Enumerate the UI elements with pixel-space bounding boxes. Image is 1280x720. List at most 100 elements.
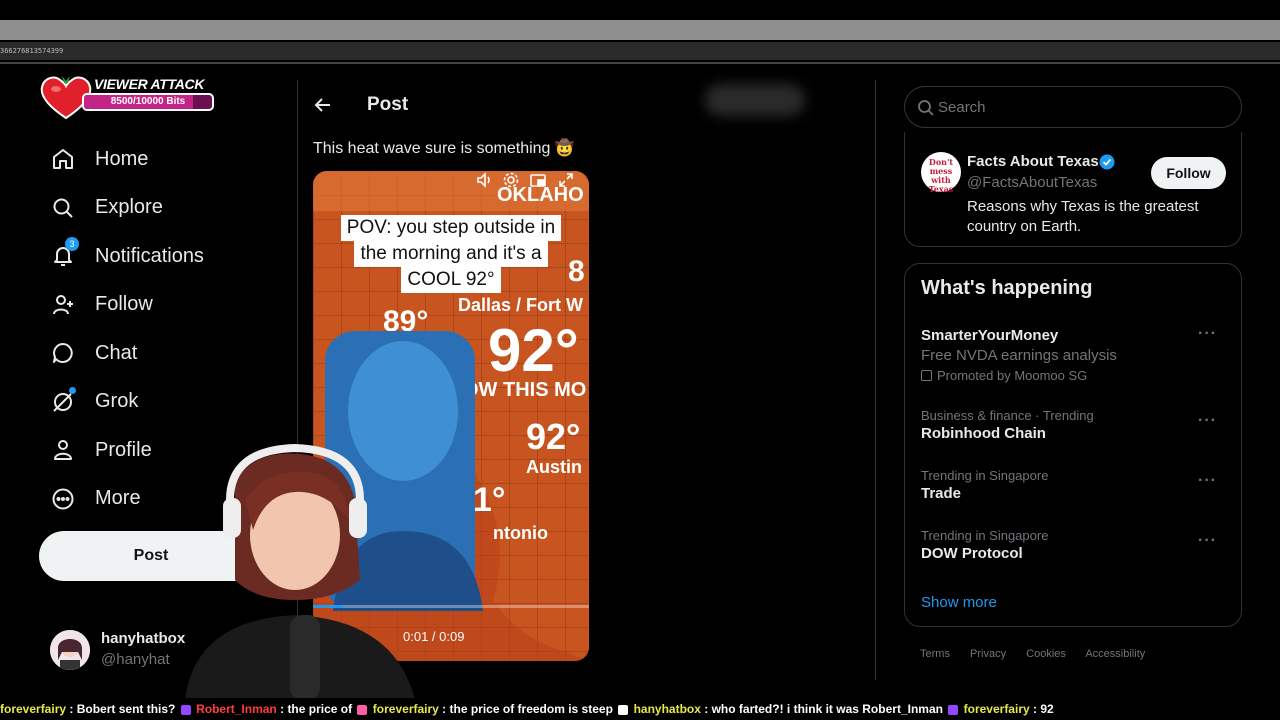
notification-badge: 3: [65, 237, 79, 252]
column-divider-right: [875, 80, 876, 680]
sidebar-item-label: Chat: [95, 341, 138, 364]
map-temp-label: 92°: [526, 416, 580, 457]
footer-links: Terms Privacy Cookies Accessibility: [920, 648, 1162, 660]
more-options-icon[interactable]: ···: [1198, 412, 1217, 430]
map-temp-label: 1°: [473, 481, 506, 519]
fullscreen-icon[interactable]: [557, 171, 575, 189]
chat-message: who farted?! i think it was Robert_Inman: [711, 702, 947, 716]
sidebar-item-follow[interactable]: Follow: [40, 281, 290, 330]
grok-icon: [50, 386, 76, 415]
chat-separator: :: [438, 702, 450, 716]
account-logo: Don't mess with Texas: [921, 152, 961, 194]
chat-message: the price of freedom is steep: [449, 702, 617, 716]
sidebar-item-label: Home: [95, 147, 149, 170]
chat-separator: :: [66, 702, 77, 716]
search-box[interactable]: Search: [904, 86, 1242, 128]
browser-tabstrip: [0, 20, 1280, 40]
trend-context: Business & finance · Trending: [921, 408, 1094, 423]
person-icon: [50, 437, 76, 463]
promoted-label: Promoted by Moomoo SG: [921, 368, 1227, 383]
sidebar-item-chat[interactable]: Chat: [40, 329, 290, 378]
chat-message: 92: [1040, 702, 1054, 716]
trend-name: DOW Protocol: [921, 545, 1023, 562]
trend-item[interactable]: Trending in Singapore Trade ···: [921, 468, 1227, 502]
more-options-icon[interactable]: ···: [1198, 325, 1217, 343]
account-name[interactable]: Facts About Texas: [967, 153, 1099, 170]
map-temp-label: 92°: [488, 317, 579, 384]
map-city-label: Austin: [526, 457, 582, 477]
browser-address-bar[interactable]: 366276813574399: [0, 42, 1280, 60]
blurred-region: [705, 84, 805, 116]
sidebar-item-label: Grok: [95, 390, 139, 413]
chat-message: Bobert sent this?: [76, 702, 179, 716]
settings-icon[interactable]: [502, 171, 520, 189]
trend-name: Trade: [921, 485, 962, 502]
chat-username: foreverfairy: [963, 702, 1030, 716]
more-options-icon[interactable]: ···: [1198, 532, 1217, 550]
trend-item[interactable]: Business & finance · Trending Robinhood …: [921, 408, 1227, 442]
trend-item[interactable]: SmarterYourMoney Free NVDA earnings anal…: [921, 325, 1227, 383]
chat-separator: :: [700, 702, 712, 716]
browser-divider: [0, 62, 1280, 64]
search-input[interactable]: Search: [938, 99, 986, 116]
map-city-label: ntonio: [493, 523, 548, 543]
trend-name: SmarterYourMoney: [921, 327, 1059, 344]
whats-happening-card: What's happening SmarterYourMoney Free N…: [904, 263, 1242, 627]
sidebar-item-label: More: [95, 487, 141, 510]
browser-topbar: 366276813574399: [0, 0, 1280, 80]
footer-link-privacy[interactable]: Privacy: [970, 648, 1006, 660]
sidebar-item-label: Profile: [95, 438, 152, 461]
chat-badge-icon: [180, 704, 191, 715]
account-bio: Reasons why Texas is the greatest countr…: [967, 198, 1199, 235]
home-icon: [50, 146, 76, 172]
profile-name: hanyhatbox: [101, 630, 186, 647]
sidebar-item-grok[interactable]: Grok: [40, 378, 290, 427]
account-handle: @FactsAboutTexas: [967, 174, 1098, 191]
picture-in-picture-icon[interactable]: [529, 171, 547, 189]
add-person-icon: [50, 292, 76, 318]
caption-line: POV: you step outside in: [340, 215, 562, 241]
chat-message: the price of: [287, 702, 356, 716]
chat-badge-icon: [357, 704, 368, 715]
search-icon: [50, 195, 76, 221]
follow-button[interactable]: Follow: [1151, 157, 1226, 189]
trend-context: Trending in Singapore: [921, 528, 1049, 543]
streamer-webcam: [185, 443, 415, 700]
promoted-text: Promoted by Moomoo SG: [937, 368, 1088, 383]
video-caption: POV: you step outside in the morning and…: [331, 215, 571, 293]
chat-username: hanyhatbox: [633, 702, 701, 716]
bell-icon: 3: [50, 237, 79, 269]
footer-link-terms[interactable]: Terms: [920, 648, 950, 660]
chat-bubble-icon: [50, 340, 76, 366]
volume-icon[interactable]: [475, 171, 493, 189]
more-circle-icon: [50, 486, 76, 512]
sidebar-item-label: Notifications: [95, 244, 204, 267]
chat-ticker: foreverfairy : Bobert sent this? Robert_…: [0, 698, 1280, 720]
more-options-icon[interactable]: ···: [1198, 472, 1217, 490]
trend-item[interactable]: Trending in Singapore DOW Protocol ···: [921, 528, 1227, 562]
chat-separator: :: [276, 702, 288, 716]
sidebar-item-home[interactable]: Home: [40, 135, 290, 184]
sidebar-item-explore[interactable]: Explore: [40, 184, 290, 233]
back-arrow-icon[interactable]: [312, 94, 334, 116]
sidebar-item-label: Explore: [95, 196, 163, 219]
trend-context: Trending in Singapore: [921, 468, 1049, 483]
chat-username: foreverfairy: [372, 702, 439, 716]
chat-badge-icon: [618, 704, 629, 715]
chat-username: Robert_Inman: [196, 702, 277, 716]
sidebar-item-label: Follow: [95, 293, 153, 316]
trend-subtitle: Free NVDA earnings analysis: [921, 347, 1117, 364]
avatar: [50, 630, 90, 670]
footer-link-accessibility[interactable]: Accessibility: [1085, 648, 1145, 660]
verified-badge-icon: [1099, 154, 1115, 170]
chat-username: foreverfairy: [0, 702, 67, 716]
bits-progress-text: 8500/10000 Bits: [110, 96, 186, 107]
footer-link-cookies[interactable]: Cookies: [1026, 648, 1066, 660]
show-more-link[interactable]: Show more: [921, 594, 997, 611]
sidebar-item-notifications[interactable]: 3 Notifications: [40, 232, 290, 281]
grok-new-dot: [69, 386, 76, 394]
tweet-text: This heat wave sure is something 🤠: [313, 140, 575, 157]
bits-progress-bar: 8500/10000 Bits: [82, 93, 214, 111]
caption-line: COOL 92°: [401, 267, 501, 293]
map-banner-label: OW THIS MO: [463, 379, 586, 401]
